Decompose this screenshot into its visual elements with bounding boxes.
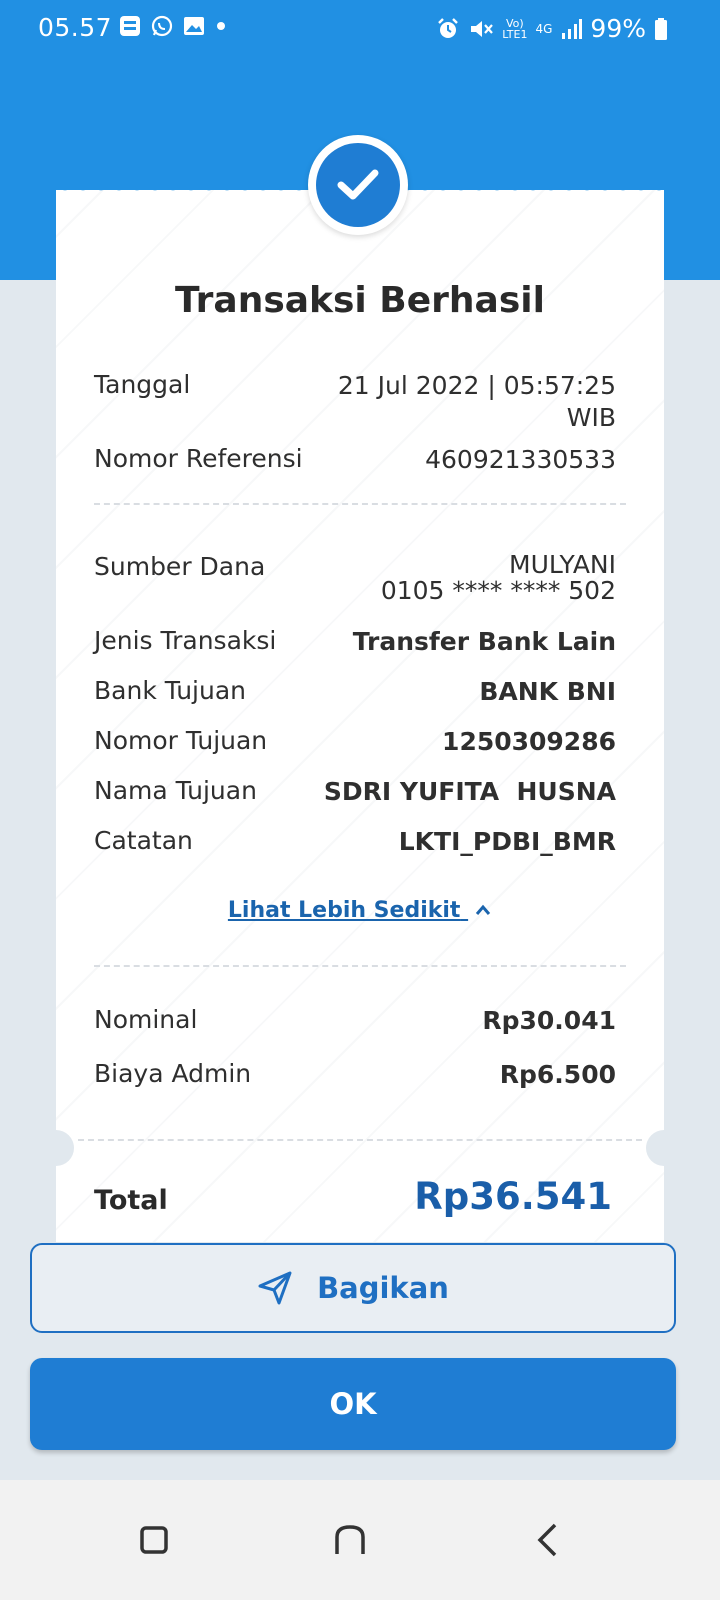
row-bank-tujuan: Bank Tujuan BANK BNI — [94, 676, 616, 710]
row-catatan: Catatan LKTI_PDBI_BMR — [94, 826, 616, 860]
success-badge — [308, 135, 408, 235]
label-nomor-referensi: Nomor Referensi — [94, 444, 303, 473]
row-nama-tujuan: Nama Tujuan SDRI YUFITA HUSNA — [94, 776, 616, 810]
value-biaya-admin: Rp6.500 — [499, 1060, 616, 1089]
system-nav-bar — [0, 1480, 720, 1600]
network-type: 4G — [535, 21, 553, 36]
value-sumber-dana-account: 0105 **** **** 502 — [380, 576, 616, 605]
value-tanggal: 21 Jul 2022 | 05:57:25 WIB — [338, 370, 616, 434]
value-nomor-referensi: 460921330533 — [425, 445, 616, 474]
status-right: Vo) LTE1 4G 99% — [436, 14, 668, 43]
total-label: Total — [94, 1185, 168, 1216]
recents-button[interactable] — [124, 1510, 184, 1570]
divider — [94, 503, 626, 505]
success-badge-inner — [316, 143, 400, 227]
status-bar: 05.57 Vo) LTE1 4G 99% — [0, 0, 720, 60]
value-bank-tujuan: BANK BNI — [479, 677, 616, 706]
signal-icon — [562, 18, 583, 39]
label-nama-tujuan: Nama Tujuan — [94, 776, 257, 805]
receipt-card: Transaksi Berhasil Tanggal 21 Jul 2022 |… — [56, 190, 664, 1242]
value-tanggal-date: 21 Jul 2022 | 05:57:25 — [337, 371, 616, 400]
battery-icon — [655, 17, 667, 40]
dot-icon — [217, 22, 225, 30]
value-sumber-dana-name: MULYANI — [509, 550, 616, 579]
label-jenis-transaksi: Jenis Transaksi — [94, 626, 277, 655]
row-nomor-referensi: Nomor Referensi 460921330533 — [94, 444, 616, 478]
value-sumber-dana: MULYANI 0105 **** **** 502 — [381, 552, 616, 604]
chevron-up-icon — [475, 904, 491, 915]
value-jenis-transaksi: Transfer Bank Lain — [352, 627, 616, 656]
row-biaya-admin: Biaya Admin Rp6.500 — [94, 1059, 616, 1093]
row-tanggal: Tanggal 21 Jul 2022 | 05:57:25 WIB — [94, 370, 616, 440]
share-button[interactable]: Bagikan — [30, 1243, 676, 1333]
alarm-icon — [438, 17, 459, 38]
divider — [78, 1139, 642, 1141]
home-icon — [335, 1525, 365, 1554]
notification-icons — [118, 14, 228, 38]
receipt-notch-left — [56, 1130, 74, 1166]
label-tanggal: Tanggal — [94, 370, 191, 399]
value-catatan: LKTI_PDBI_BMR — [398, 827, 616, 856]
value-nomor-tujuan: 1250309286 — [442, 727, 616, 756]
row-nomor-tujuan: Nomor Tujuan 1250309286 — [94, 726, 616, 760]
value-nama-tujuan: SDRI YUFITA HUSNA — [323, 777, 616, 806]
label-sumber-dana: Sumber Dana — [94, 552, 266, 581]
back-icon — [537, 1523, 557, 1557]
recents-icon — [140, 1526, 168, 1554]
checkmark-icon — [337, 169, 379, 200]
label-catatan: Catatan — [94, 826, 193, 855]
home-button[interactable] — [320, 1510, 380, 1570]
label-nomor-tujuan: Nomor Tujuan — [94, 726, 268, 755]
label-biaya-admin: Biaya Admin — [94, 1059, 252, 1088]
show-less-label: Lihat Lebih Sedikit — [227, 898, 461, 923]
mute-icon — [471, 20, 494, 37]
page-title: Transaksi Berhasil — [175, 280, 545, 321]
show-less-link[interactable]: Lihat Lebih Sedikit — [56, 898, 664, 923]
brimo-icon — [120, 16, 140, 36]
divider — [94, 965, 626, 967]
total-value: Rp36.541 — [414, 1175, 612, 1218]
send-icon — [258, 1271, 292, 1305]
row-nominal: Nominal Rp30.041 — [94, 1005, 616, 1039]
row-jenis-transaksi: Jenis Transaksi Transfer Bank Lain — [94, 626, 616, 660]
gallery-icon — [184, 17, 204, 35]
label-nominal: Nominal — [94, 1005, 198, 1034]
share-button-label: Bagikan — [317, 1271, 449, 1305]
row-sumber-dana: Sumber Dana MULYANI 0105 **** **** 502 — [94, 552, 616, 616]
value-nominal: Rp30.041 — [482, 1006, 616, 1035]
label-bank-tujuan: Bank Tujuan — [94, 676, 247, 705]
ok-button[interactable]: OK — [30, 1358, 676, 1450]
whatsapp-icon — [151, 15, 173, 37]
receipt-notch-right — [646, 1130, 664, 1166]
value-tanggal-tz: WIB — [566, 403, 616, 432]
battery-percent: 99% — [590, 14, 646, 43]
status-time: 05.57 — [38, 13, 113, 42]
back-button[interactable] — [518, 1510, 578, 1570]
volte-icon: Vo) LTE1 — [502, 16, 528, 41]
